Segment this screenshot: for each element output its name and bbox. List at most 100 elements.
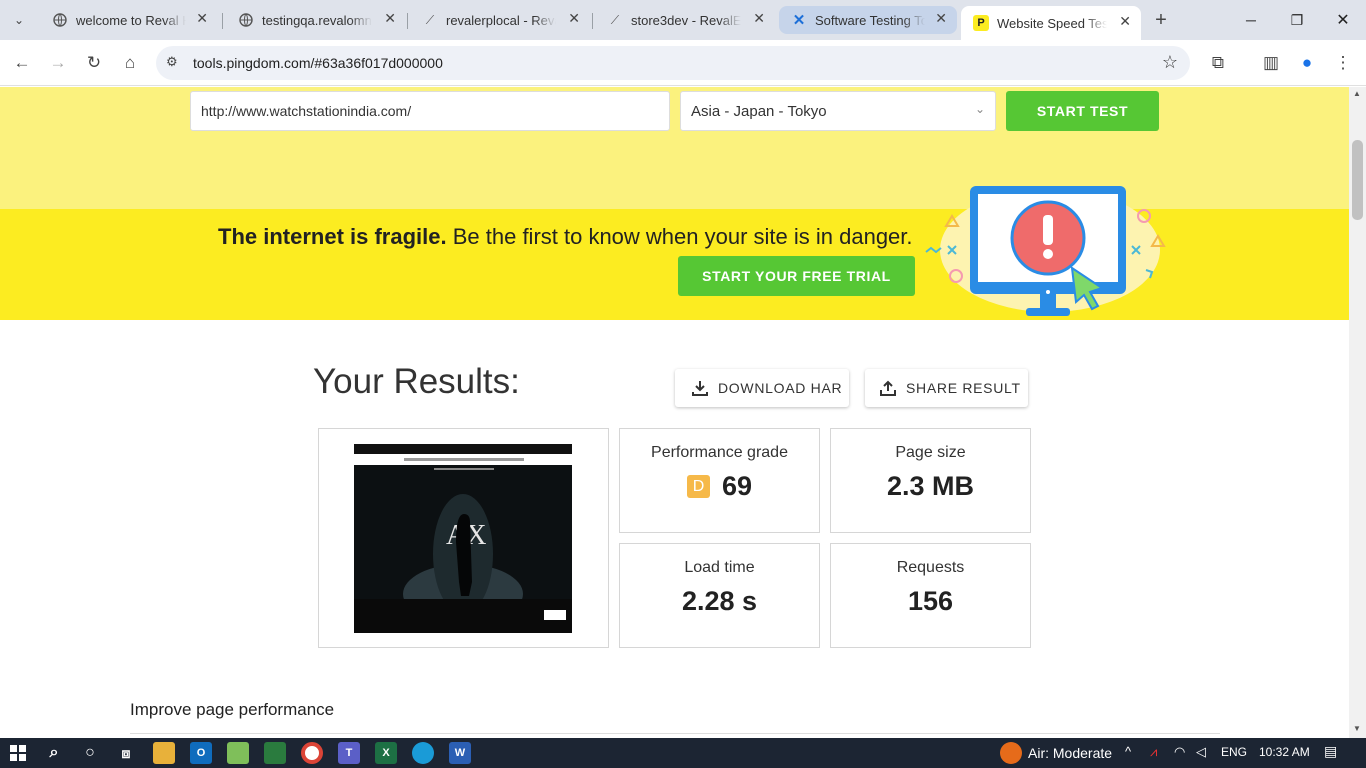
tab-store3dev[interactable]: ⟋ store3dev - RevalERP ✕ (595, 6, 775, 34)
download-har-label: DOWNLOAD HAR (718, 380, 843, 396)
notepad-icon[interactable] (227, 742, 249, 764)
tab-search-icon[interactable]: ⌄ (6, 7, 32, 33)
globe-icon (238, 12, 254, 28)
requests-value: 156 (907, 586, 954, 616)
tab-reval-hrm[interactable]: welcome to Reval HRM ✕ (40, 6, 218, 34)
close-icon[interactable]: ✕ (753, 10, 765, 27)
site-screenshot-card: AX (318, 428, 609, 648)
scroll-down-icon[interactable]: ▼ (1353, 724, 1361, 733)
download-icon (692, 381, 708, 396)
new-tab-icon[interactable]: + (1148, 7, 1174, 33)
close-icon[interactable]: ✕ (1119, 13, 1131, 30)
excel-icon[interactable]: X (375, 742, 397, 764)
notifications-icon[interactable]: ▤ (1324, 743, 1337, 760)
monitor-alert-illustration (925, 186, 1166, 316)
banner-headline: The internet is fragile. Be the first to… (218, 224, 913, 250)
page-size-value: 2.3 MB (886, 471, 975, 501)
tab-pingdom-active[interactable]: P Website Speed Test | Pingdom ✕ (961, 6, 1141, 40)
bookmark-star-icon[interactable]: ☆ (1162, 52, 1178, 73)
tab-revalerplocal[interactable]: ⟋ revalerplocal - RevalERP ✕ (410, 6, 590, 34)
network-icon[interactable]: ◠ (1174, 744, 1185, 760)
chrome-icon[interactable] (301, 742, 323, 764)
results-title: Your Results: (313, 362, 520, 401)
performance-grade-label: Performance grade (651, 444, 788, 461)
home-icon[interactable]: ⌂ (117, 50, 143, 76)
site-settings-icon[interactable]: ⚙ (166, 54, 178, 70)
browser-toolbar: ← → ↻ ⌂ ⚙ tools.pingdom.com/#63a36f017d0… (0, 40, 1366, 86)
outlook-icon[interactable]: O (190, 742, 212, 764)
grade-letter-badge: D (686, 475, 710, 498)
word-icon[interactable]: W (449, 742, 471, 764)
forward-icon[interactable]: → (45, 50, 71, 76)
pingdom-icon: P (973, 15, 989, 31)
side-panel-icon[interactable]: ▥ (1258, 50, 1284, 76)
tab-title: revalerplocal - RevalERP (446, 12, 556, 28)
tab-testingqa[interactable]: testingqa.revalomni.com ✕ (226, 6, 406, 34)
performance-grade-card: Performance grade D 69 (619, 428, 820, 533)
edge-icon[interactable] (412, 742, 434, 764)
tab-title: store3dev - RevalERP (631, 12, 741, 28)
chevron-down-icon: ⌄ (974, 102, 985, 116)
clock[interactable]: 10:32 AM (1259, 745, 1310, 759)
address-bar[interactable]: ⚙ tools.pingdom.com/#63a36f017d000000 ☆ (156, 46, 1190, 80)
download-har-button[interactable]: DOWNLOAD HAR (675, 369, 849, 407)
start-free-trial-button[interactable]: START YOUR FREE TRIAL (678, 256, 915, 296)
tab-strip: ⌄ welcome to Reval HRM ✕ testingqa.reval… (0, 0, 1366, 40)
minimize-icon[interactable]: ─ (1228, 0, 1274, 40)
scrollbar-thumb[interactable] (1352, 140, 1363, 220)
profile-avatar-icon[interactable]: ● (1294, 50, 1320, 76)
close-icon[interactable]: ✕ (935, 10, 947, 27)
performance-grade-value: D 69 (620, 471, 819, 502)
grade-score: 69 (721, 471, 753, 501)
banner-headline-rest: Be the first to know when your site is i… (446, 224, 913, 249)
tray-chevron-icon[interactable]: ^ (1125, 744, 1131, 759)
test-location-select[interactable]: Asia - Japan - Tokyo ⌄ (680, 91, 996, 131)
close-icon[interactable]: ✕ (384, 10, 396, 27)
feather-icon: ⟋ (425, 12, 435, 27)
back-icon[interactable]: ← (9, 50, 35, 76)
tab-title: Website Speed Test | Pingdom (997, 15, 1107, 31)
reload-icon[interactable]: ↻ (81, 50, 107, 76)
scroll-up-icon[interactable]: ▲ (1353, 89, 1361, 98)
location-value: Asia - Japan - Tokyo (691, 103, 827, 120)
file-explorer-icon[interactable] (153, 742, 175, 764)
menu-kebab-icon[interactable]: ⋮ (1330, 50, 1356, 76)
tab-title: welcome to Reval HRM (76, 12, 186, 28)
tab-title: Software Testing Tools (815, 12, 925, 28)
requests-card: Requests 156 (830, 543, 1031, 648)
close-icon[interactable]: ✕ (196, 10, 208, 27)
tab-software-testing-tools[interactable]: ✕ Software Testing Tools ✕ (779, 6, 957, 34)
weather-text[interactable]: Air: Moderate (1028, 745, 1112, 761)
share-result-button[interactable]: SHARE RESULT (865, 369, 1028, 407)
site-screenshot-image: AX (354, 444, 572, 633)
load-time-label: Load time (684, 559, 755, 576)
globe-icon (52, 12, 68, 28)
language-indicator[interactable]: ENG (1221, 745, 1247, 759)
weather-icon[interactable] (1000, 742, 1022, 764)
address-text[interactable]: tools.pingdom.com/#63a36f017d000000 (193, 55, 443, 71)
load-time-value: 2.28 s (681, 586, 758, 616)
window-close-icon[interactable]: ✕ (1320, 0, 1366, 40)
solitaire-icon[interactable] (264, 742, 286, 764)
close-icon[interactable]: ✕ (568, 10, 580, 27)
start-test-button[interactable]: START TEST (1006, 91, 1159, 131)
extensions-icon[interactable]: ⧉ (1205, 50, 1231, 76)
x-logo-icon: ✕ (792, 12, 806, 29)
divider (130, 733, 1220, 734)
load-time-card: Load time 2.28 s (619, 543, 820, 648)
task-view-icon[interactable]: ⧈ (115, 742, 137, 764)
banner-headline-bold: The internet is fragile. (218, 224, 447, 249)
test-url-input[interactable]: http://www.watchstationindia.com/ (190, 91, 670, 131)
restore-icon[interactable]: ❐ (1274, 0, 1320, 40)
windows-start-icon[interactable] (7, 742, 29, 764)
improve-performance-heading: Improve page performance (130, 700, 335, 719)
app-tray-icon[interactable]: ⩘ (1150, 744, 1157, 760)
requests-label: Requests (896, 559, 965, 576)
feather-icon: ⟋ (610, 12, 620, 27)
teams-icon[interactable]: T (338, 742, 360, 764)
cortana-icon[interactable]: ○ (79, 742, 101, 764)
volume-icon[interactable]: ◁ (1196, 744, 1206, 760)
page-size-card: Page size 2.3 MB (830, 428, 1031, 533)
share-result-label: SHARE RESULT (906, 380, 1021, 396)
search-icon[interactable]: ⌕ (43, 742, 65, 764)
